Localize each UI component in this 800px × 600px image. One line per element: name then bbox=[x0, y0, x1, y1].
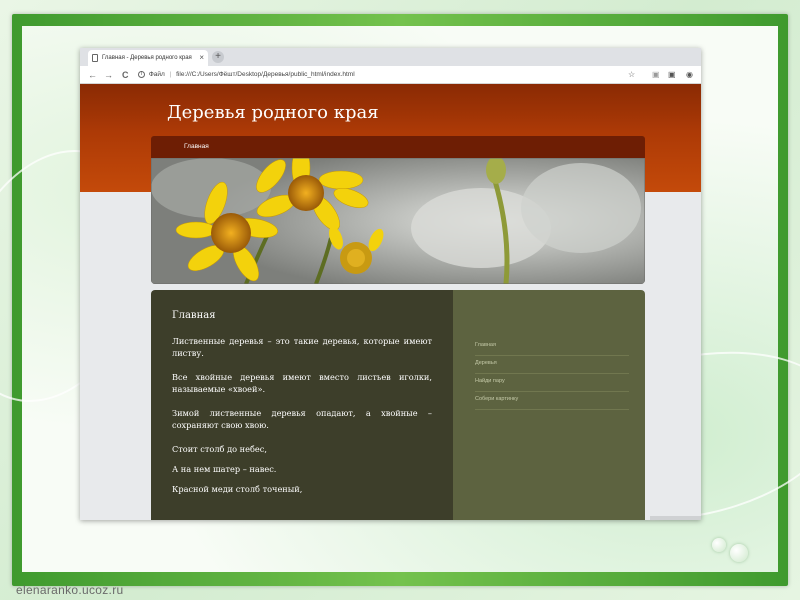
poem-line: А на нем шатер – навес. bbox=[172, 464, 277, 474]
content-area: Главная Лиственные деревья – это такие д… bbox=[151, 290, 645, 520]
decor-dot bbox=[712, 538, 726, 552]
site-title: Деревья родного края bbox=[167, 102, 379, 123]
content-paragraph: Зимой лиственные деревья опадают, а хвой… bbox=[172, 408, 432, 430]
browser-tab[interactable]: Главная - Деревья родного края × bbox=[88, 50, 208, 66]
sidebar-item-puzzle[interactable]: Собери картинку bbox=[475, 392, 629, 410]
tab-strip: Главная - Деревья родного края × + bbox=[80, 48, 701, 66]
sidebar-item-trees[interactable]: Деревья bbox=[475, 356, 629, 374]
extension-icon-2[interactable]: ▣ bbox=[668, 68, 676, 82]
sidebar-item-home[interactable]: Главная bbox=[475, 338, 629, 356]
poem-line: Стоит столб до небес, bbox=[172, 444, 267, 454]
bookmark-star-icon[interactable]: ☆ bbox=[628, 68, 635, 82]
flower-illustration bbox=[151, 158, 645, 284]
back-icon[interactable]: ← bbox=[88, 68, 97, 82]
top-nav: Главная bbox=[151, 136, 645, 158]
info-icon[interactable]: i bbox=[138, 70, 145, 78]
page-icon bbox=[92, 54, 98, 62]
page-viewport: Деревья родного края Главная Главная Лис… bbox=[80, 84, 701, 520]
close-icon[interactable]: × bbox=[199, 50, 204, 66]
account-icon[interactable]: ◉ bbox=[686, 68, 693, 82]
extension-icon[interactable]: ▣ bbox=[652, 68, 660, 82]
content-paragraph: Все хвойные деревья имеют вместо листьев… bbox=[172, 372, 432, 394]
url-text: file:///C:/Users/Фёшт/Desktop/Деревья/pu… bbox=[176, 71, 355, 78]
reload-icon[interactable]: C bbox=[122, 68, 129, 82]
page-heading: Главная bbox=[172, 310, 216, 321]
horizontal-scrollbar[interactable] bbox=[650, 516, 701, 520]
sidebar: Главная Деревья Найди пару Собери картин… bbox=[453, 290, 645, 520]
sidebar-item-find-pair[interactable]: Найди пару bbox=[475, 374, 629, 392]
nav-link-home[interactable]: Главная bbox=[184, 136, 209, 158]
separator: | bbox=[169, 71, 172, 78]
watermark-text: elenaranko.ucoz.ru bbox=[16, 583, 124, 597]
content-paragraph: Лиственные деревья – это такие деревья, … bbox=[172, 336, 432, 358]
tab-title: Главная - Деревья родного края bbox=[102, 55, 192, 61]
poem-line: Красной меди столб точеный, bbox=[172, 484, 303, 494]
scheme-label: Файл bbox=[148, 71, 165, 78]
browser-window: Главная - Деревья родного края × + ← → C… bbox=[80, 48, 701, 520]
address-bar[interactable]: i Файл | file:///C:/Users/Фёшт/Desktop/Д… bbox=[138, 68, 618, 82]
riddle-poem: Стоит столб до небес, А на нем шатер – н… bbox=[172, 443, 432, 495]
new-tab-button[interactable]: + bbox=[212, 51, 224, 63]
browser-toolbar: ← → C i Файл | file:///C:/Users/Фёшт/Des… bbox=[80, 66, 701, 84]
decor-dot bbox=[730, 544, 748, 562]
forward-icon[interactable]: → bbox=[104, 68, 113, 82]
flower-banner-image bbox=[151, 158, 645, 284]
main-column: Главная Лиственные деревья – это такие д… bbox=[151, 290, 453, 520]
